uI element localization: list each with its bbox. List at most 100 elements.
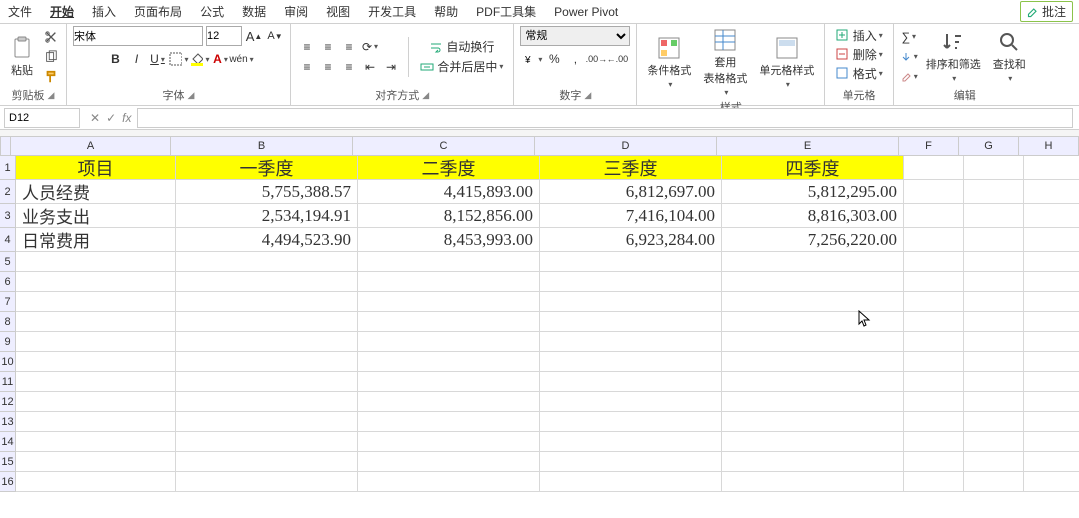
cell-C6[interactable] xyxy=(358,272,540,292)
cell-A15[interactable] xyxy=(16,452,176,472)
find-select-button[interactable]: 查找和 xyxy=(989,28,1030,85)
align-top-button[interactable]: ≡ xyxy=(297,38,317,56)
increase-font-button[interactable]: A▲ xyxy=(245,27,263,45)
alignment-launcher[interactable]: ◢ xyxy=(422,90,429,101)
cell-G13[interactable] xyxy=(964,412,1024,432)
font-launcher[interactable]: ◢ xyxy=(188,90,195,101)
cell-D11[interactable] xyxy=(540,372,722,392)
cell-A14[interactable] xyxy=(16,432,176,452)
cell-E7[interactable] xyxy=(722,292,904,312)
percent-button[interactable]: % xyxy=(544,50,564,68)
cell-B8[interactable] xyxy=(176,312,358,332)
indent-decrease-button[interactable]: ⇤ xyxy=(360,58,380,76)
cell-C7[interactable] xyxy=(358,292,540,312)
merge-center-button[interactable]: 合并后居中 xyxy=(416,58,507,76)
cell-H9[interactable] xyxy=(1024,332,1079,352)
row-header-11[interactable]: 11 xyxy=(0,372,16,392)
phonetic-button[interactable]: wén xyxy=(232,50,252,68)
cell-F13[interactable] xyxy=(904,412,964,432)
underline-button[interactable]: U xyxy=(148,50,168,68)
tab-pagelayout[interactable]: 页面布局 xyxy=(132,1,184,22)
cell-F11[interactable] xyxy=(904,372,964,392)
row-header-15[interactable]: 15 xyxy=(0,452,16,472)
cell-D4[interactable]: 6,923,284.00 xyxy=(540,228,722,252)
cell-A5[interactable] xyxy=(16,252,176,272)
tab-pdf[interactable]: PDF工具集 xyxy=(474,1,538,22)
cell-E2[interactable]: 5,812,295.00 xyxy=(722,180,904,204)
indent-increase-button[interactable]: ⇥ xyxy=(381,58,401,76)
cell-A1[interactable]: 项目 xyxy=(16,156,176,180)
cell-F14[interactable] xyxy=(904,432,964,452)
cell-styles-button[interactable]: 单元格样式 xyxy=(755,34,818,91)
enter-formula-button[interactable]: ✓ xyxy=(106,111,116,125)
cell-A7[interactable] xyxy=(16,292,176,312)
cell-E16[interactable] xyxy=(722,472,904,492)
row-header-10[interactable]: 10 xyxy=(0,352,16,372)
name-box[interactable] xyxy=(4,108,80,128)
cell-D3[interactable]: 7,416,104.00 xyxy=(540,204,722,228)
cell-F3[interactable] xyxy=(904,204,964,228)
cell-E10[interactable] xyxy=(722,352,904,372)
cell-C2[interactable]: 4,415,893.00 xyxy=(358,180,540,204)
tab-view[interactable]: 视图 xyxy=(324,1,352,22)
cell-B1[interactable]: 一季度 xyxy=(176,156,358,180)
italic-button[interactable]: I xyxy=(127,50,147,68)
cell-B10[interactable] xyxy=(176,352,358,372)
cell-B5[interactable] xyxy=(176,252,358,272)
cell-B16[interactable] xyxy=(176,472,358,492)
column-header-D[interactable]: D xyxy=(535,136,717,156)
cell-H14[interactable] xyxy=(1024,432,1079,452)
cell-C13[interactable] xyxy=(358,412,540,432)
formula-bar[interactable] xyxy=(137,108,1073,128)
cell-F12[interactable] xyxy=(904,392,964,412)
column-header-E[interactable]: E xyxy=(717,136,899,156)
cell-D13[interactable] xyxy=(540,412,722,432)
sort-filter-button[interactable]: 排序和筛选 xyxy=(922,28,985,85)
cell-E13[interactable] xyxy=(722,412,904,432)
cell-G11[interactable] xyxy=(964,372,1024,392)
cut-button[interactable] xyxy=(42,28,60,46)
font-name-combo[interactable] xyxy=(73,26,203,46)
column-header-B[interactable]: B xyxy=(171,136,353,156)
cell-H12[interactable] xyxy=(1024,392,1079,412)
column-header-F[interactable]: F xyxy=(899,136,959,156)
cell-A2[interactable]: 人员经费 xyxy=(16,180,176,204)
cell-F2[interactable] xyxy=(904,180,964,204)
cell-H16[interactable] xyxy=(1024,472,1079,492)
cell-G2[interactable] xyxy=(964,180,1024,204)
tab-insert[interactable]: 插入 xyxy=(90,1,118,22)
cell-B4[interactable]: 4,494,523.90 xyxy=(176,228,358,252)
cell-G4[interactable] xyxy=(964,228,1024,252)
cell-H2[interactable] xyxy=(1024,180,1079,204)
cell-F6[interactable] xyxy=(904,272,964,292)
tab-powerpivot[interactable]: Power Pivot xyxy=(552,3,620,21)
cell-C1[interactable]: 二季度 xyxy=(358,156,540,180)
cell-E9[interactable] xyxy=(722,332,904,352)
tab-file[interactable]: 文件 xyxy=(6,1,34,22)
row-header-1[interactable]: 1 xyxy=(0,156,16,180)
cell-D7[interactable] xyxy=(540,292,722,312)
clipboard-launcher[interactable]: ◢ xyxy=(48,90,55,101)
cell-F4[interactable] xyxy=(904,228,964,252)
cell-E6[interactable] xyxy=(722,272,904,292)
cell-D9[interactable] xyxy=(540,332,722,352)
cell-F7[interactable] xyxy=(904,292,964,312)
paste-button[interactable]: 粘贴 xyxy=(6,34,38,80)
cell-H4[interactable] xyxy=(1024,228,1079,252)
cell-H5[interactable] xyxy=(1024,252,1079,272)
align-left-button[interactable]: ≡ xyxy=(297,58,317,76)
row-header-3[interactable]: 3 xyxy=(0,204,16,228)
cell-G15[interactable] xyxy=(964,452,1024,472)
cell-F8[interactable] xyxy=(904,312,964,332)
cell-A16[interactable] xyxy=(16,472,176,492)
bold-button[interactable]: B xyxy=(106,50,126,68)
cell-E3[interactable]: 8,816,303.00 xyxy=(722,204,904,228)
cell-G6[interactable] xyxy=(964,272,1024,292)
cell-C15[interactable] xyxy=(358,452,540,472)
cell-E15[interactable] xyxy=(722,452,904,472)
comments-button[interactable]: 批注 xyxy=(1020,1,1073,22)
cell-F16[interactable] xyxy=(904,472,964,492)
align-right-button[interactable]: ≡ xyxy=(339,58,359,76)
row-header-6[interactable]: 6 xyxy=(0,272,16,292)
cell-B12[interactable] xyxy=(176,392,358,412)
